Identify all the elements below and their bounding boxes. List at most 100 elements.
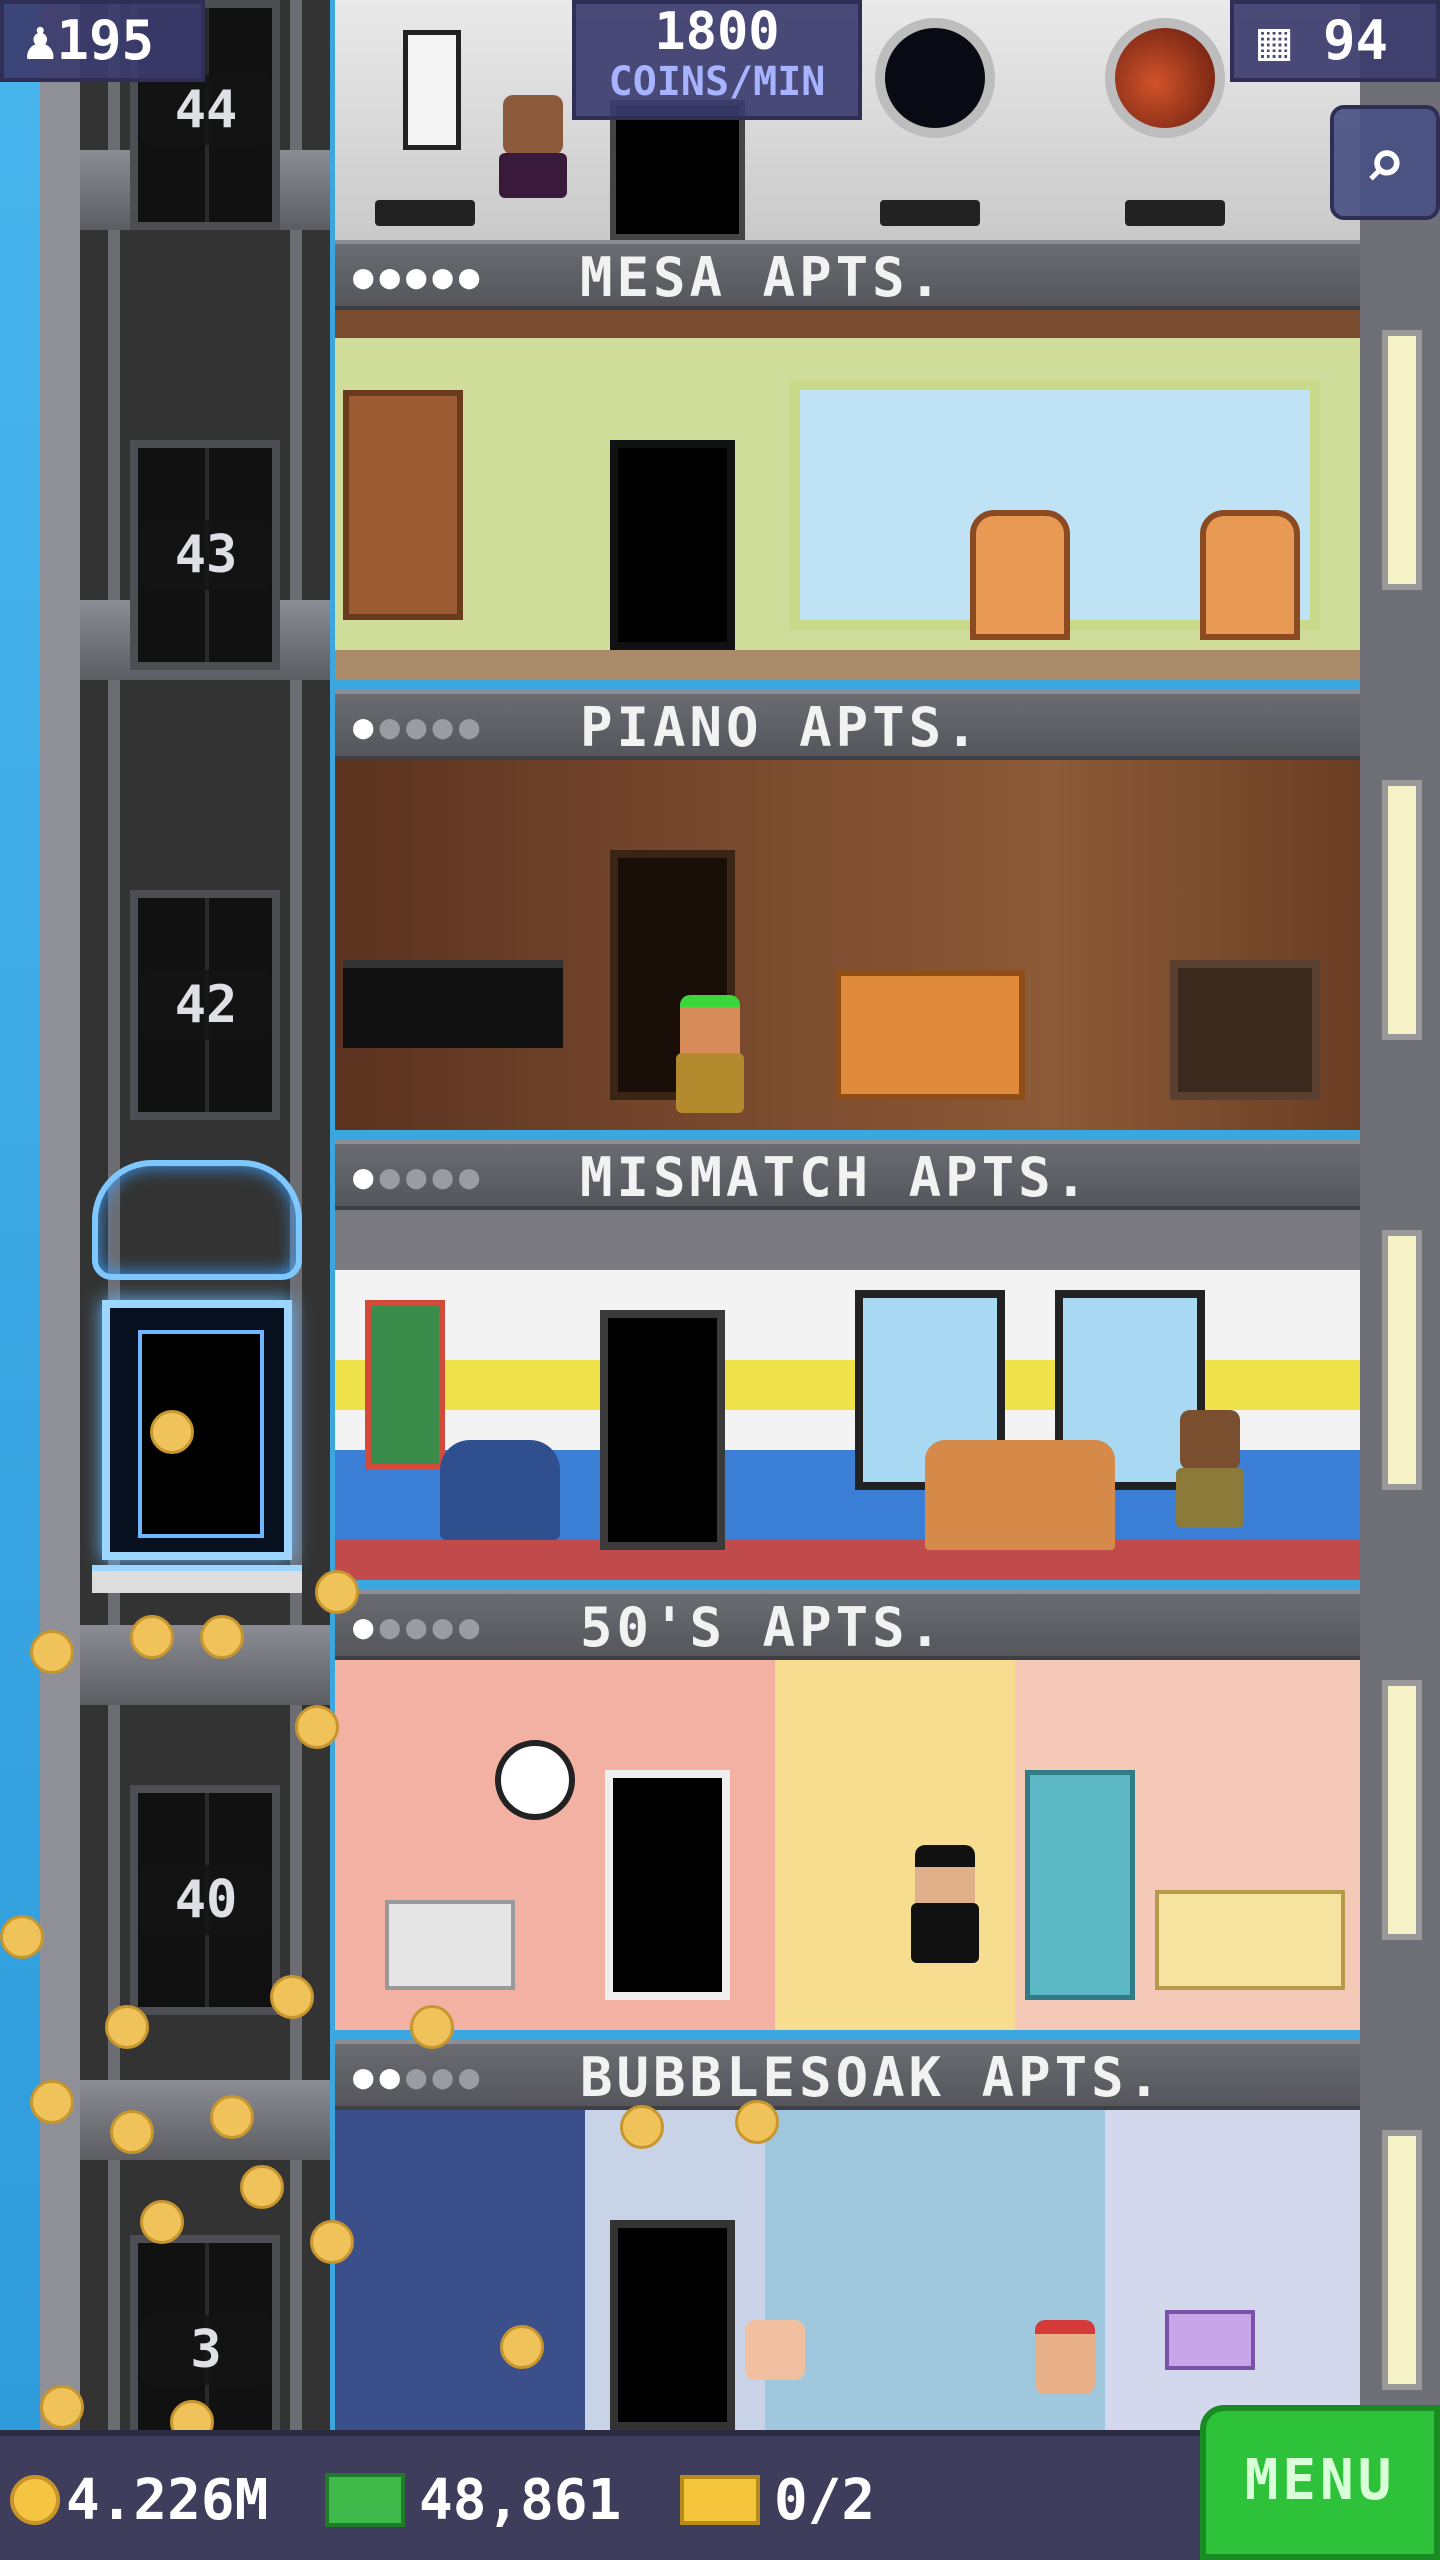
room-door[interactable] (610, 2220, 735, 2430)
falling-coin[interactable] (735, 2100, 779, 2144)
falling-coin[interactable] (0, 1915, 44, 1959)
falling-coin[interactable] (410, 2005, 454, 2049)
room-interior[interactable] (335, 1210, 1360, 1580)
floor-name: 50'S APTS. (580, 1596, 946, 1659)
bitizen-character[interactable] (1025, 2320, 1105, 2430)
room-door[interactable] (610, 100, 745, 240)
bitizen-character[interactable] (1170, 1410, 1250, 1550)
falling-coin[interactable] (130, 1615, 174, 1659)
coins-value: 4.226M (66, 2468, 269, 2533)
falling-coin[interactable] (315, 1570, 359, 1614)
falling-coin[interactable] (500, 2325, 544, 2369)
bitizen-character[interactable] (670, 995, 750, 1130)
coin-icon (10, 2475, 60, 2525)
falling-coin[interactable] (210, 2095, 254, 2139)
floor-star-rating: ●●●●● (353, 1157, 486, 1197)
floor-star-rating: ●●●●● (353, 257, 486, 297)
floor-count-value: 94 (1323, 9, 1389, 72)
elevator-floor-number: 3 (140, 2315, 272, 2385)
bux-counter[interactable]: 48,861 (325, 2466, 621, 2536)
falling-coin[interactable] (30, 2080, 74, 2124)
wall-clock-icon (495, 1740, 575, 1820)
refrigerator (1025, 1770, 1135, 2000)
falling-coin[interactable] (105, 2005, 149, 2049)
falling-coin[interactable] (40, 2385, 84, 2429)
sink (1165, 2310, 1255, 2370)
armchair (970, 510, 1070, 640)
falling-coin[interactable] (240, 2165, 284, 2209)
space-porthole-icon (875, 18, 995, 138)
bitizen-head (503, 95, 563, 155)
bed (835, 970, 1025, 1100)
room-door[interactable] (600, 1310, 725, 1550)
floor-star-rating: ●●●●● (353, 707, 486, 747)
bitizen-body (676, 1053, 744, 1113)
bitizen-character[interactable] (905, 1845, 985, 1985)
falling-coin[interactable] (30, 1630, 74, 1674)
falling-coin[interactable] (150, 1410, 194, 1454)
floor-label-bar: ●●●●● MESA APTS. (335, 240, 1360, 310)
bux-icon (325, 2473, 405, 2527)
floor-star-rating: ●●●●● (353, 1607, 486, 1647)
floor-name: MISMATCH APTS. (580, 1146, 1092, 1209)
sofa (925, 1440, 1115, 1550)
room-door[interactable] (605, 1770, 730, 2000)
tickets-value: 0/2 (774, 2468, 876, 2533)
bux-value: 48,861 (419, 2468, 622, 2533)
search-button[interactable]: ⌕ (1330, 105, 1440, 220)
floor-label-bar: ●●●●● 50'S APTS. (335, 1590, 1360, 1660)
coins-per-min-display: 1800 COINS/MIN (572, 0, 862, 120)
wall-panel-icon (403, 30, 461, 150)
elevator-cabin[interactable] (102, 1300, 292, 1560)
room-interior[interactable] (335, 1660, 1360, 2030)
floor-vent (880, 200, 980, 226)
falling-coin[interactable] (270, 1975, 314, 2019)
falling-coin[interactable] (295, 1705, 339, 1749)
falling-coin[interactable] (110, 2110, 154, 2154)
room-door[interactable] (610, 440, 735, 650)
elevator-crown (92, 1160, 302, 1280)
bitizen-character[interactable] (735, 2320, 815, 2430)
building-right-wall (1360, 0, 1440, 2430)
room-interior[interactable] (335, 2110, 1360, 2430)
building-icon: ▦ (1258, 9, 1291, 72)
golden-ticket-icon (680, 2475, 760, 2525)
coins-per-min-unit: COINS/MIN (608, 59, 826, 105)
elevator-floor-number: 42 (140, 970, 272, 1040)
wall-window (1382, 1680, 1422, 1940)
elevator-base (92, 1565, 302, 1593)
menu-button[interactable]: MENU (1200, 2405, 1440, 2560)
floor-count-button[interactable]: ▦ 94 (1230, 0, 1440, 82)
floor-name: BUBBLESOAK APTS. (580, 2046, 1165, 2109)
population-counter[interactable]: ♟195 (0, 0, 205, 82)
room-interior[interactable] (335, 310, 1360, 680)
fireplace (1170, 960, 1320, 1100)
falling-coin[interactable] (140, 2200, 184, 2244)
floor-vent (1125, 200, 1225, 226)
kitchen-counter (1155, 1890, 1345, 1990)
falling-coin[interactable] (310, 2220, 354, 2264)
falling-coin[interactable] (200, 1615, 244, 1659)
wall-window (1382, 2130, 1422, 2390)
coins-counter[interactable]: 4.226M (10, 2466, 268, 2536)
floor-label-bar: ●●●●● MISMATCH APTS. (335, 1140, 1360, 1210)
bitizen-head (1180, 1410, 1240, 1470)
elevator-floor-number: 44 (140, 75, 272, 145)
bitizen-body (1176, 1468, 1244, 1528)
coins-per-min-value: 1800 (654, 2, 780, 62)
tickets-counter[interactable]: 0/2 (680, 2466, 875, 2536)
floor-vent (375, 200, 475, 226)
bitizen-head (1035, 2320, 1095, 2394)
bitizen-character[interactable] (493, 95, 573, 235)
floor-star-rating: ●●●●● (353, 2057, 486, 2097)
grand-piano (343, 960, 563, 1048)
elevator-floor-number: 40 (140, 1865, 272, 1935)
elevator-floor-number: 43 (140, 520, 272, 590)
room-interior[interactable] (335, 760, 1360, 1130)
wall-window (1382, 1230, 1422, 1490)
wall-window (1382, 330, 1422, 590)
elevator-car[interactable] (92, 1160, 302, 1620)
falling-coin[interactable] (620, 2105, 664, 2149)
building-outer-wall (40, 0, 84, 2430)
kitchen-table (385, 1900, 515, 1990)
